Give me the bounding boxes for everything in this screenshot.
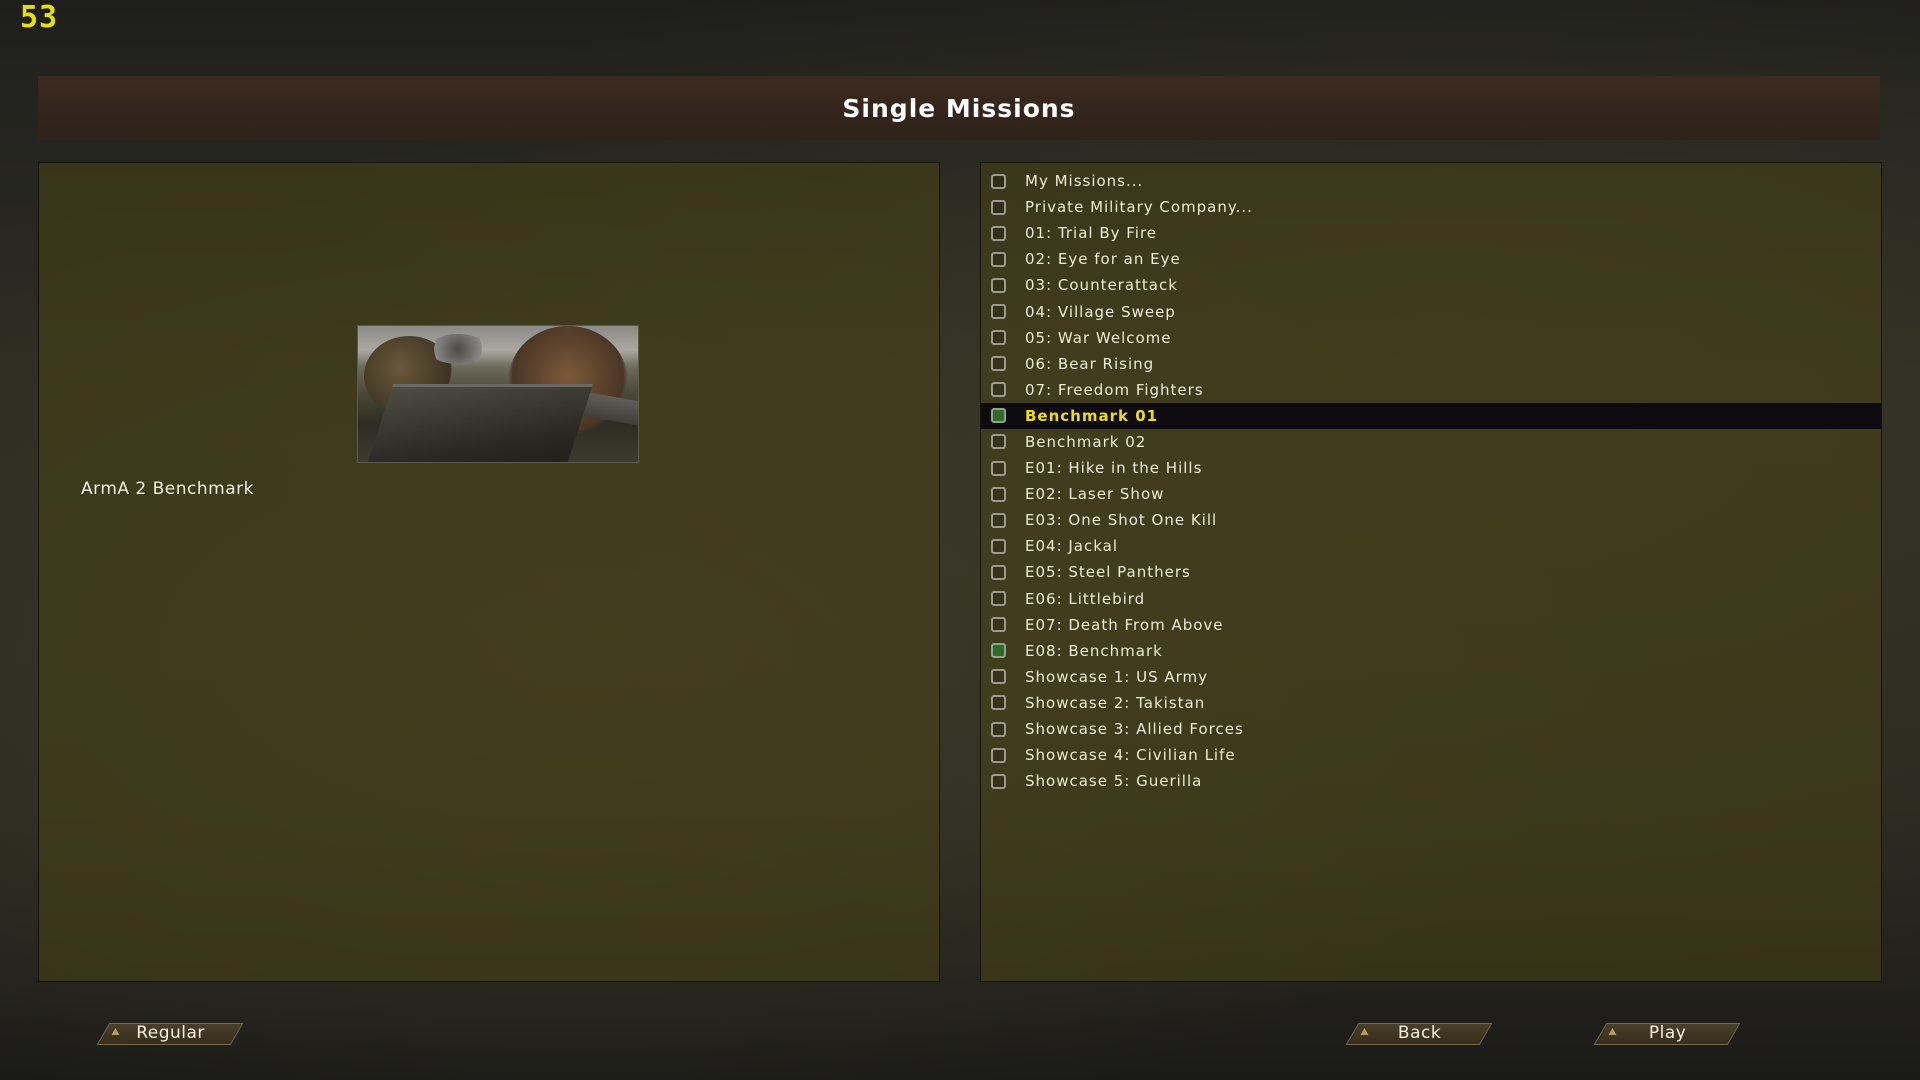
mission-list-panel[interactable]: My Missions... Private Military Company..… [980, 162, 1882, 982]
mission-list[interactable]: My Missions... Private Military Company..… [981, 168, 1881, 794]
difficulty-button[interactable]: Regular [96, 1023, 244, 1045]
mission-list-item[interactable]: 02: Eye for an Eye [981, 246, 1881, 272]
completion-checkbox-icon [991, 564, 1006, 580]
mission-list-item[interactable]: 05: War Welcome [981, 325, 1881, 351]
mission-list-item[interactable]: E03: One Shot One Kill [981, 507, 1881, 533]
mission-label: E01: Hike in the Hills [1025, 459, 1203, 478]
completion-checkbox-icon [991, 173, 1006, 189]
title-bar: Single Missions [38, 76, 1880, 140]
completion-checkbox-icon [991, 721, 1006, 737]
mission-list-item[interactable]: 04: Village Sweep [981, 298, 1881, 324]
difficulty-button-label: Regular [136, 1023, 205, 1043]
mission-list-item[interactable]: E07: Death From Above [981, 612, 1881, 638]
completion-checkbox-icon [991, 669, 1006, 685]
mission-preview-image [357, 325, 639, 463]
mission-label: 01: Trial By Fire [1025, 224, 1158, 243]
completion-checkbox-icon [991, 408, 1006, 424]
mission-label: 04: Village Sweep [1025, 302, 1176, 321]
mission-label: 05: War Welcome [1025, 328, 1172, 347]
mission-label: 06: Bear Rising [1025, 354, 1155, 373]
play-button[interactable]: Play [1593, 1023, 1741, 1045]
mission-list-item[interactable]: Showcase 1: US Army [981, 664, 1881, 690]
completion-checkbox-icon [991, 304, 1006, 320]
mission-list-item[interactable]: E05: Steel Panthers [981, 559, 1881, 585]
mission-label: E06: Littlebird [1025, 589, 1146, 608]
mission-label: E07: Death From Above [1025, 615, 1224, 634]
fps-counter: 53 [20, 0, 59, 35]
completion-checkbox-icon [991, 330, 1006, 346]
mission-list-item[interactable]: 06: Bear Rising [981, 351, 1881, 377]
mission-label: E08: Benchmark [1025, 641, 1163, 660]
page-title: Single Missions [842, 93, 1076, 123]
completion-checkbox-icon [991, 277, 1006, 293]
completion-checkbox-icon [991, 225, 1006, 241]
mission-list-item[interactable]: E04: Jackal [981, 533, 1881, 559]
mission-label: 03: Counterattack [1025, 276, 1178, 295]
mission-label: Showcase 3: Allied Forces [1025, 720, 1244, 739]
mission-preview-panel: ArmA 2 Benchmark [38, 162, 940, 982]
completion-checkbox-icon [991, 512, 1006, 528]
mission-label: Showcase 2: Takistan [1025, 693, 1206, 712]
mission-label: Showcase 5: Guerilla [1025, 772, 1203, 791]
play-button-label: Play [1648, 1023, 1687, 1043]
mission-list-item[interactable]: 01: Trial By Fire [981, 220, 1881, 246]
mission-label: Showcase 4: Civilian Life [1025, 746, 1236, 765]
mission-label: Benchmark 02 [1025, 432, 1147, 451]
mission-list-item[interactable]: My Missions... [981, 168, 1881, 194]
mission-description: ArmA 2 Benchmark [81, 479, 254, 499]
mission-list-item[interactable]: E02: Laser Show [981, 481, 1881, 507]
mission-list-item[interactable]: Showcase 3: Allied Forces [981, 716, 1881, 742]
mission-label: Showcase 1: US Army [1025, 667, 1209, 686]
mission-list-item[interactable]: 03: Counterattack [981, 272, 1881, 298]
back-button-label: Back [1397, 1023, 1442, 1043]
completion-checkbox-icon [991, 695, 1006, 711]
mission-list-item[interactable]: Showcase 2: Takistan [981, 690, 1881, 716]
mission-list-item[interactable]: E06: Littlebird [981, 586, 1881, 612]
mission-list-item[interactable]: Showcase 4: Civilian Life [981, 742, 1881, 768]
mission-list-item[interactable]: E08: Benchmark [981, 638, 1881, 664]
completion-checkbox-icon [991, 251, 1006, 267]
completion-checkbox-icon [991, 199, 1006, 215]
completion-checkbox-icon [991, 382, 1006, 398]
mission-label: 07: Freedom Fighters [1025, 380, 1204, 399]
completion-checkbox-icon [991, 460, 1006, 476]
completion-checkbox-icon [991, 747, 1006, 763]
mission-list-item[interactable]: Private Military Company... [981, 194, 1881, 220]
mission-label: My Missions... [1025, 172, 1144, 191]
mission-list-item[interactable]: 07: Freedom Fighters [981, 377, 1881, 403]
mission-list-item[interactable]: Benchmark 01 [981, 402, 1881, 429]
mission-list-item[interactable]: Benchmark 02 [981, 429, 1881, 455]
mission-label: E02: Laser Show [1025, 485, 1165, 504]
completion-checkbox-icon [991, 356, 1006, 372]
mission-label: E04: Jackal [1025, 537, 1119, 556]
completion-checkbox-icon [991, 617, 1006, 633]
mission-label: E05: Steel Panthers [1025, 563, 1191, 582]
mission-list-item[interactable]: E01: Hike in the Hills [981, 455, 1881, 481]
completion-checkbox-icon [991, 591, 1006, 607]
completion-checkbox-icon [991, 643, 1006, 659]
mission-label: E03: One Shot One Kill [1025, 511, 1218, 530]
completion-checkbox-icon [991, 434, 1006, 450]
mission-label: 02: Eye for an Eye [1025, 250, 1181, 269]
mission-label: Private Military Company... [1025, 198, 1253, 217]
mission-list-item[interactable]: Showcase 5: Guerilla [981, 768, 1881, 794]
completion-checkbox-icon [991, 538, 1006, 554]
completion-checkbox-icon [991, 486, 1006, 502]
completion-checkbox-icon [991, 773, 1006, 789]
mission-label: Benchmark 01 [1025, 406, 1159, 425]
back-button[interactable]: Back [1345, 1023, 1493, 1045]
